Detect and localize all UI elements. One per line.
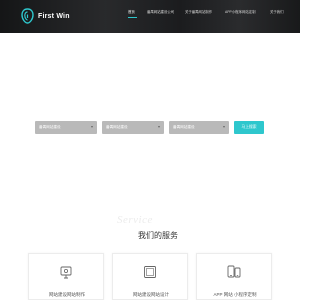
service-card-website-building[interactable]: 网站建设网站制作 — [28, 253, 104, 300]
header-bar: First Win 首页 番禺网站建设公司 关于番禺网站制作 APP小程序网站定… — [0, 0, 300, 33]
search-row: 番禺网站建设 番禺网站建设 番禺网站建设 马上搜索 — [0, 121, 300, 135]
search-select-3[interactable]: 番禺网站建设 — [169, 121, 229, 134]
nav-item-label: 首页 — [128, 10, 135, 14]
logo-icon — [21, 8, 34, 24]
services-title-cn: 我们的服务 — [138, 231, 178, 240]
search-button-label: 马上搜索 — [241, 125, 257, 129]
service-card-app-custom[interactable]: APP 网站 小程序定制 — [196, 253, 272, 300]
nav-item-label: 关于番禺网站制作 — [185, 10, 213, 14]
search-select-2[interactable]: 番禺网站建设 — [102, 121, 164, 134]
service-card-text: 网站建设网站制作 — [49, 292, 85, 297]
logo[interactable]: First Win — [21, 6, 101, 26]
nav-item-label: 关于我们 — [270, 10, 284, 14]
nav-item-about-us[interactable]: 关于我们 — [270, 9, 284, 21]
logo-text: First Win — [38, 12, 70, 20]
main-nav: 首页 番禺网站建设公司 关于番禺网站制作 APP小程序网站定制 关于我们 — [122, 9, 300, 21]
nav-item-website-making[interactable]: 关于番禺网站制作 — [185, 9, 212, 21]
nav-item-app-custom[interactable]: APP小程序网站定制 — [225, 9, 256, 21]
active-underline — [128, 17, 137, 18]
nav-item-label: APP小程序网站定制 — [225, 10, 256, 14]
chevron-down-icon — [91, 126, 93, 128]
search-select-1[interactable]: 番禺网站建设 — [35, 121, 97, 134]
nav-item-label: 番禺网站建设公司 — [147, 10, 175, 14]
select-value: 番禺网站建设 — [39, 125, 61, 129]
mobile-devices-icon — [227, 265, 241, 278]
square-frame-icon — [144, 266, 156, 278]
service-card-text: 网站建设网站设计 — [133, 292, 169, 297]
chevron-down-icon — [158, 126, 160, 128]
select-value: 番禺网站建设 — [173, 125, 195, 129]
service-card-website-design[interactable]: 网站建设网站设计 — [112, 253, 188, 300]
services-title-en: Service — [117, 214, 153, 226]
search-button[interactable]: 马上搜索 — [234, 121, 264, 134]
nav-item-website-building[interactable]: 番禺网站建设公司 — [147, 9, 174, 21]
chevron-down-icon — [223, 126, 225, 128]
service-card-text: APP 网站 小程序定制 — [213, 292, 257, 297]
monitor-icon — [60, 266, 72, 279]
services-heading: Service 我们的服务 — [0, 214, 300, 244]
select-value: 番禺网站建设 — [106, 125, 128, 129]
nav-item-home[interactable]: 首页 — [128, 9, 137, 21]
